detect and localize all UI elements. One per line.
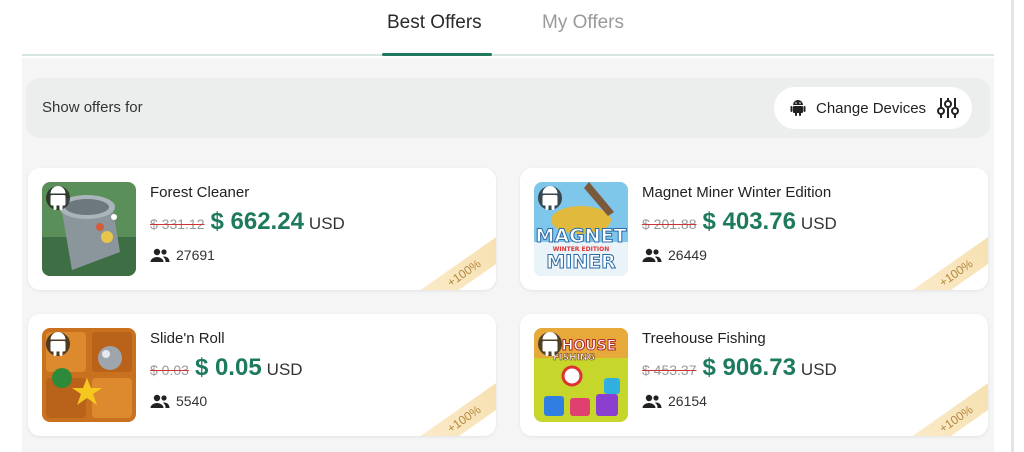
offer-title: Treehouse Fishing — [642, 330, 766, 347]
offer-title: Forest Cleaner — [150, 184, 250, 201]
offer-card-slide-n-roll[interactable]: Slide'n Roll $ 0.03 $ 0.05 USD 5540 +100… — [28, 314, 496, 436]
page: Best Offers My Offers Show offers for Ch… — [0, 0, 1024, 452]
tab-best-offers[interactable]: Best Offers — [387, 12, 482, 34]
scrollbar-track[interactable] — [1011, 0, 1014, 452]
new-price: $ 906.73 — [702, 354, 796, 381]
offers-content: Show offers for Change Devices Forest Cl… — [22, 58, 994, 452]
offer-title: Magnet Miner Winter Edition — [642, 184, 832, 201]
users-row: 26154 — [642, 393, 707, 409]
old-price: $ 201.88 — [642, 216, 697, 232]
offer-card-forest-cleaner[interactable]: Forest Cleaner $ 331.12 $ 662.24 USD 276… — [28, 168, 496, 290]
users-icon — [150, 248, 170, 262]
tab-my-offers[interactable]: My Offers — [542, 12, 624, 34]
sliders-icon — [937, 98, 960, 118]
users-icon — [642, 394, 662, 408]
filter-bar: Show offers for Change Devices — [26, 78, 990, 138]
new-price: $ 662.24 — [210, 208, 304, 235]
currency: USD — [308, 214, 345, 233]
show-offers-label: Show offers for — [42, 99, 143, 116]
android-icon — [50, 332, 66, 356]
users-icon — [150, 394, 170, 408]
offer-title: Slide'n Roll — [150, 330, 225, 347]
magnet-miner-thumbnail: MAGNET WINTER EDITION MINER — [534, 182, 628, 276]
currency: USD — [266, 360, 303, 379]
old-price: $ 331.12 — [150, 216, 205, 232]
price-row: $ 0.03 $ 0.05 USD — [150, 354, 303, 382]
treehouse-fishing-thumbnail: HOUSE FISHING — [534, 328, 628, 422]
android-icon — [542, 332, 558, 356]
tab-bar: Best Offers My Offers — [22, 0, 994, 56]
users-row: 5540 — [150, 393, 207, 409]
user-count: 26449 — [668, 247, 707, 263]
price-row: $ 331.12 $ 662.24 USD — [150, 208, 345, 236]
android-icon — [542, 186, 558, 210]
user-count: 5540 — [176, 393, 208, 409]
price-row: $ 201.88 $ 403.76 USD — [642, 208, 837, 236]
new-price: $ 403.76 — [702, 208, 796, 235]
new-price: $ 0.05 — [194, 354, 262, 381]
android-icon — [790, 100, 806, 116]
change-devices-label: Change Devices — [816, 99, 927, 117]
thumb-text-miner: MINER — [546, 251, 616, 273]
offer-card-treehouse-fishing[interactable]: HOUSE FISHING Treehouse Fishing $ 453.37… — [520, 314, 988, 436]
bonus-ribbon: +100% — [408, 229, 496, 290]
users-row: 27691 — [150, 247, 215, 263]
android-badge — [538, 186, 562, 210]
users-row: 26449 — [642, 247, 707, 263]
users-icon — [642, 248, 662, 262]
android-icon — [50, 186, 66, 210]
android-badge — [46, 186, 70, 210]
active-tab-indicator — [382, 53, 492, 56]
bonus-ribbon: +100% — [408, 375, 496, 436]
thumb-text-house: HOUSE — [562, 338, 617, 354]
android-badge — [538, 332, 562, 356]
android-badge — [46, 332, 70, 356]
forest-cleaner-thumbnail — [42, 182, 136, 276]
currency: USD — [800, 360, 837, 379]
user-count: 27691 — [176, 247, 215, 263]
bonus-ribbon: +100% — [900, 375, 988, 436]
user-count: 26154 — [668, 393, 707, 409]
old-price: $ 0.03 — [150, 362, 189, 378]
old-price: $ 453.37 — [642, 362, 697, 378]
change-devices-button[interactable]: Change Devices — [774, 87, 972, 129]
offer-card-magnet-miner[interactable]: MAGNET WINTER EDITION MINER Magnet Miner… — [520, 168, 988, 290]
bonus-ribbon: +100% — [900, 229, 988, 290]
price-row: $ 453.37 $ 906.73 USD — [642, 354, 837, 382]
right-edge — [996, 0, 1024, 452]
currency: USD — [800, 214, 837, 233]
slide-n-roll-thumbnail — [42, 328, 136, 422]
